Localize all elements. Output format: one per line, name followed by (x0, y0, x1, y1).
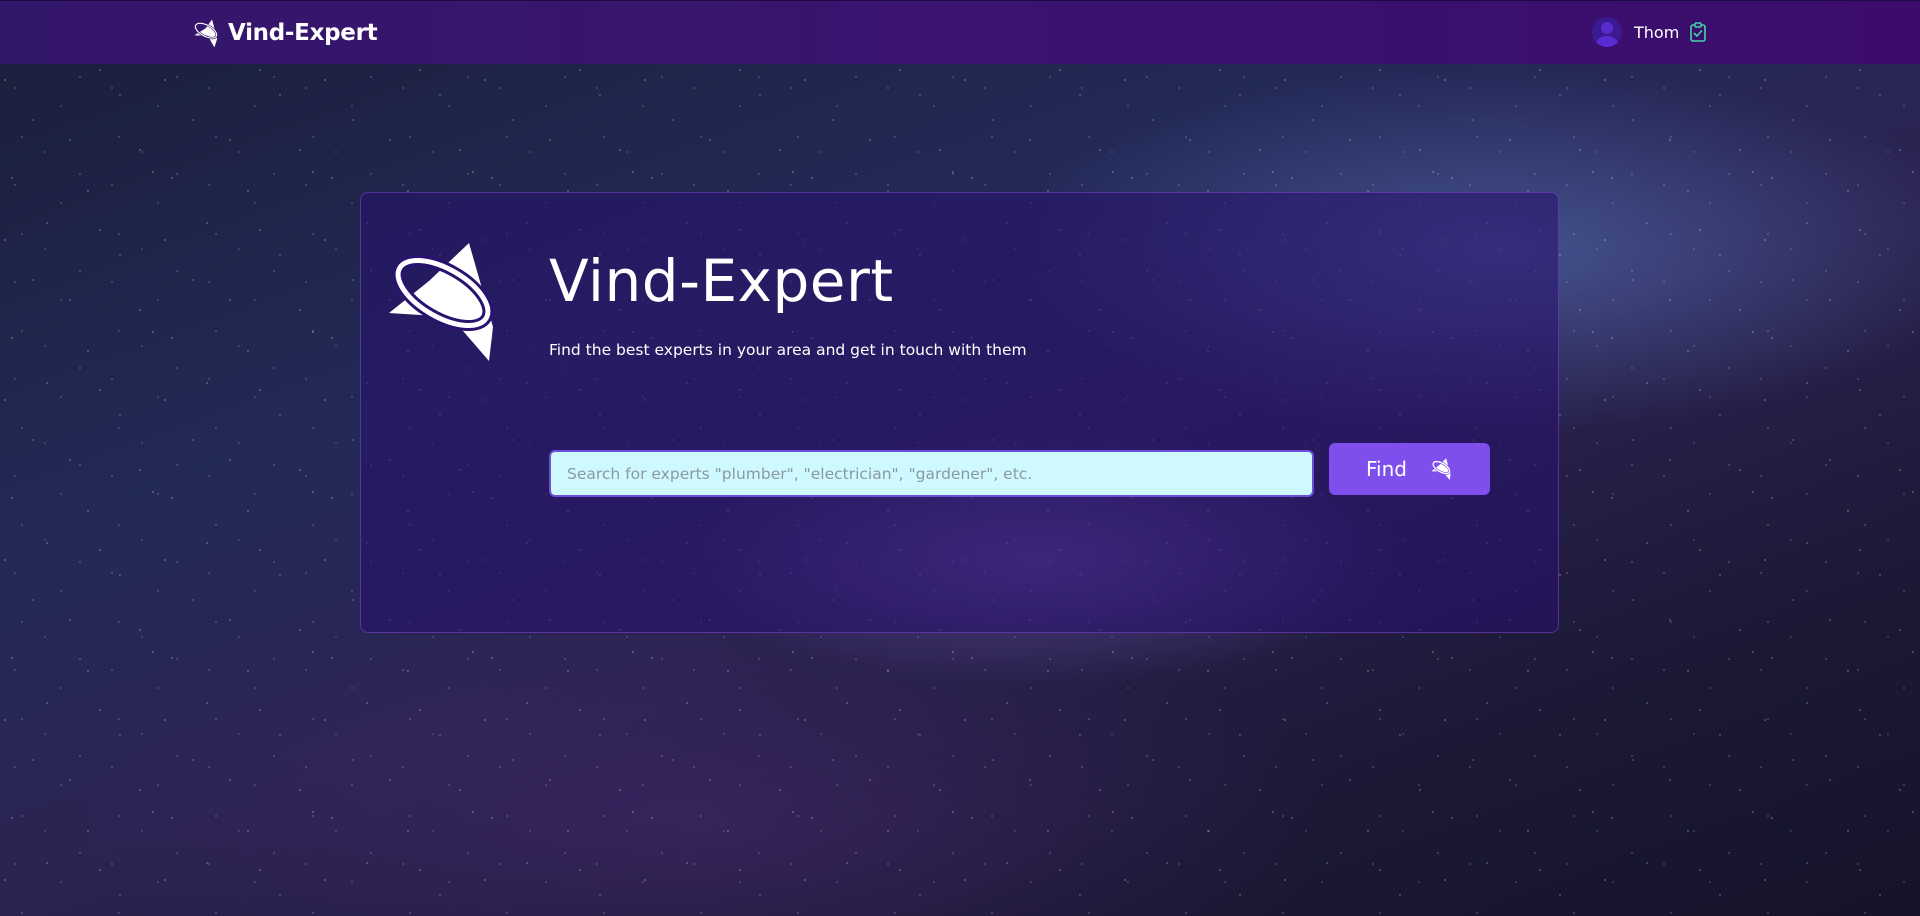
find-button-label: Find (1366, 457, 1407, 481)
hero-card: Vind-Expert Find the best experts in you… (360, 192, 1559, 633)
user-avatar-icon[interactable] (1592, 17, 1622, 47)
brand-name: Vind-Expert (228, 20, 378, 46)
search-input[interactable] (549, 450, 1314, 497)
navbar: Vind-Expert Thom (0, 0, 1920, 64)
user-menu[interactable]: Thom (1592, 17, 1707, 47)
user-name[interactable]: Thom (1634, 23, 1679, 42)
brand-link[interactable]: Vind-Expert (190, 19, 378, 47)
clipboard-check-icon[interactable] (1689, 22, 1707, 42)
star-planet-logo-icon (194, 19, 218, 47)
find-button[interactable]: Find (1329, 443, 1490, 495)
star-planet-icon (1431, 458, 1451, 480)
page-subtitle: Find the best experts in your area and g… (549, 341, 1027, 359)
star-planet-logo-icon (389, 243, 493, 361)
page-title: Vind-Expert (549, 247, 894, 315)
